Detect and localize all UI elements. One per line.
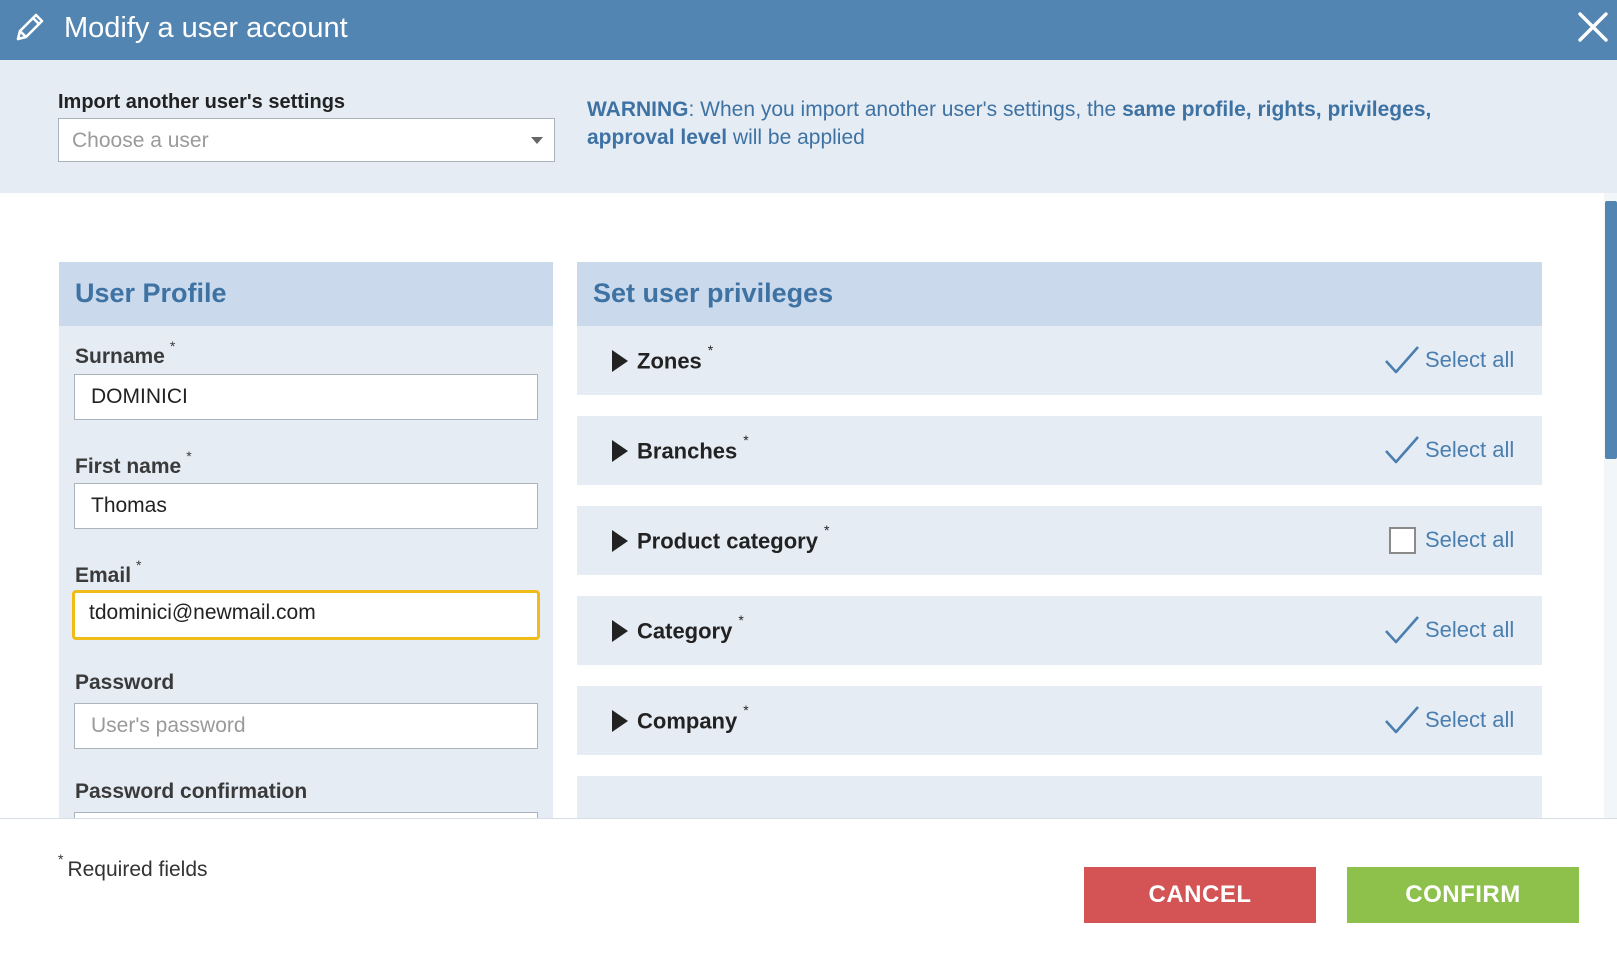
password-label: Password [75,671,175,694]
confirm-button[interactable]: CONFIRM [1347,867,1579,923]
checkmark-icon[interactable] [1383,434,1421,466]
warning-text-2: will be applied [727,126,865,149]
dialog-footer: * Required fields CANCEL CONFIRM [0,818,1617,953]
expand-triangle-icon[interactable] [612,710,628,732]
warning-prefix: WARNING [587,98,689,121]
required-fields-note: * Required fields [58,851,208,881]
cancel-button[interactable]: CANCEL [1084,867,1316,923]
privilege-name: Category * [637,612,744,644]
email-label: Email * [75,557,142,587]
expand-triangle-icon[interactable] [612,350,628,372]
privilege-row-branches[interactable]: Branches * Select all [577,416,1542,485]
checkmark-icon[interactable] [1383,704,1421,736]
checkmark-icon[interactable] [1383,344,1421,376]
privilege-row-company[interactable]: Company * Select all [577,686,1542,755]
privilege-row-category[interactable]: Category * Select all [577,596,1542,665]
user-privileges-header: Set user privileges [577,262,1542,326]
email-input[interactable]: tdominici@newmail.com [72,590,540,640]
select-all-zones[interactable]: Select all [1425,347,1514,373]
privilege-name: Branches * [637,432,749,464]
privilege-row-product-category[interactable]: Product category * Select all [577,506,1542,575]
choose-user-select[interactable]: Choose a user [58,118,555,162]
select-all-product-category[interactable]: Select all [1425,527,1514,553]
pencil-icon [16,13,44,41]
select-all-category[interactable]: Select all [1425,617,1514,643]
choose-user-placeholder: Choose a user [72,129,209,152]
dialog-titlebar: Modify a user account [0,0,1617,60]
select-all-branches[interactable]: Select all [1425,437,1514,463]
close-icon[interactable] [1576,10,1610,44]
import-warning: WARNING: When you import another user's … [587,96,1507,152]
scrollbar-thumb[interactable] [1605,201,1617,459]
privilege-name: Company * [637,702,749,734]
privilege-row-partial[interactable] [577,776,1542,818]
first-name-label: First name * [75,448,192,478]
user-privileges-panel: Set user privileges Zones * Select all Br… [577,262,1542,818]
surname-label: Surname * [75,338,176,368]
surname-input[interactable]: DOMINICI [74,374,538,420]
privilege-name: Zones * [637,342,714,374]
user-privileges-title: Set user privileges [593,278,834,308]
select-all-company[interactable]: Select all [1425,707,1514,733]
user-profile-panel: User Profile Surname * DOMINICI First nam… [59,262,553,818]
password-input[interactable]: User's password [74,703,538,749]
dialog-content: User Profile Surname * DOMINICI First nam… [0,193,1617,818]
first-name-input[interactable]: Thomas [74,483,538,529]
privilege-row-zones[interactable]: Zones * Select all [577,326,1542,395]
expand-triangle-icon[interactable] [612,620,628,642]
checkbox-empty-icon[interactable] [1389,527,1416,554]
expand-triangle-icon[interactable] [612,440,628,462]
warning-text-1: : When you import another user's setting… [688,98,1123,121]
caret-down-icon [531,137,543,144]
user-profile-header: User Profile [59,262,553,326]
dialog-title: Modify a user account [64,12,348,44]
import-settings-section: Import another user's settings Choose a … [0,60,1617,193]
privilege-name: Product category * [637,522,830,554]
user-profile-title: User Profile [75,278,227,308]
checkmark-icon[interactable] [1383,614,1421,646]
expand-triangle-icon[interactable] [612,530,628,552]
import-settings-label: Import another user's settings [58,91,346,113]
password-confirmation-label: Password confirmation [75,780,308,803]
